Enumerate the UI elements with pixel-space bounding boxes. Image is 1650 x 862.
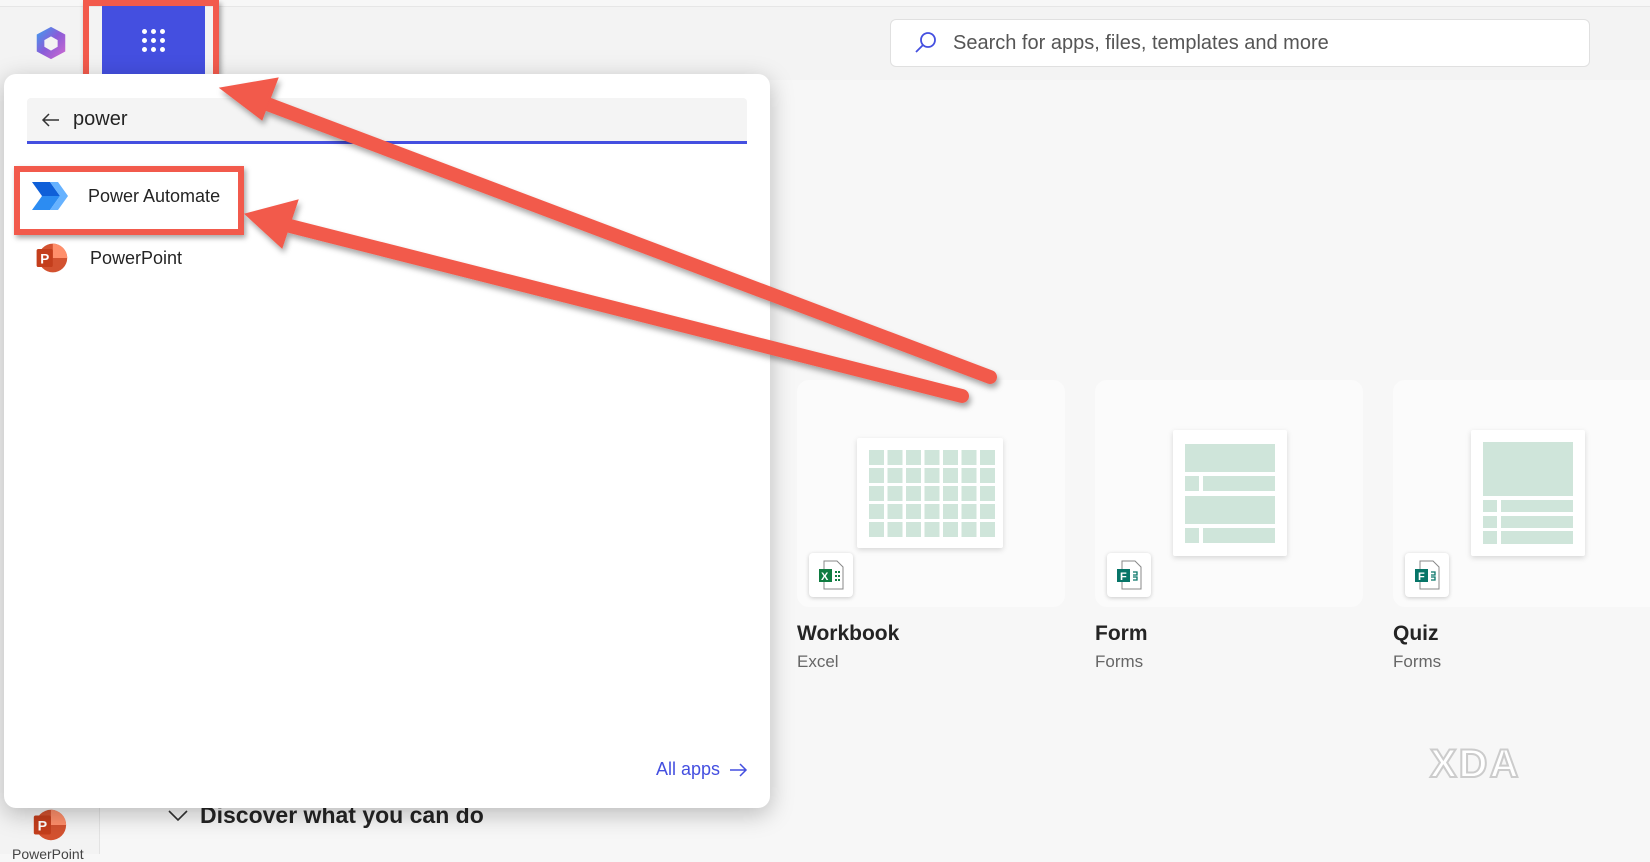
- grid-cell: [943, 450, 958, 465]
- grid-cell: [906, 486, 921, 501]
- template-title[interactable]: Quiz: [1393, 622, 1439, 646]
- microsoft-365-logo-icon[interactable]: [32, 24, 70, 62]
- workbook-preview: /* static grid */: [857, 438, 1003, 548]
- grid-cell: [906, 450, 921, 465]
- grid-cell: [906, 522, 921, 537]
- search-input[interactable]: Search for apps, files, templates and mo…: [890, 19, 1590, 67]
- forms-icon: F: [1107, 553, 1151, 597]
- grid-cell: [887, 522, 903, 537]
- grid-cell: [906, 504, 921, 519]
- grid-cell: [943, 504, 958, 519]
- grid-cell: [980, 450, 995, 465]
- grid-cell: [887, 450, 903, 465]
- grid-cell: [943, 468, 958, 483]
- grid-cell: [980, 522, 995, 537]
- template-app: Excel: [797, 652, 839, 671]
- grid-cell: [869, 468, 884, 483]
- rail-powerpoint-label[interactable]: PowerPoint: [12, 846, 84, 862]
- grid-cell: [980, 486, 995, 501]
- template-card-workbook[interactable]: /* static grid */ X: [797, 380, 1065, 607]
- svg-text:X: X: [821, 571, 829, 583]
- template-title[interactable]: Workbook: [797, 622, 899, 646]
- search-placeholder: Search for apps, files, templates and mo…: [953, 31, 1329, 54]
- grid-cell: [961, 468, 977, 483]
- powerpoint-icon[interactable]: P: [30, 806, 68, 844]
- annotation-highlight-power-automate: [14, 166, 244, 235]
- arrow-right-icon: [730, 762, 748, 777]
- all-apps-link[interactable]: All apps: [656, 759, 748, 780]
- grid-cell: [924, 450, 940, 465]
- result-powerpoint[interactable]: P PowerPoint: [32, 240, 182, 276]
- grid-cell: [980, 504, 995, 519]
- grid-cell: [869, 504, 884, 519]
- template-title[interactable]: Form: [1095, 622, 1148, 646]
- template-app: Forms: [1393, 652, 1442, 671]
- app-search-value: power: [73, 108, 128, 130]
- grid-cell: [869, 522, 884, 537]
- svg-text:P: P: [38, 819, 48, 835]
- xda-watermark: XDA: [1429, 741, 1521, 787]
- grid-cell: [943, 486, 958, 501]
- grid-cell: [961, 504, 977, 519]
- svg-text:P: P: [40, 251, 49, 266]
- svg-text:F: F: [1120, 571, 1127, 583]
- chevron-down-icon: [168, 809, 188, 821]
- grid-cell: [924, 486, 940, 501]
- app-search-input[interactable]: power: [27, 98, 747, 144]
- back-arrow-icon[interactable]: [41, 112, 61, 128]
- grid-cell: [961, 522, 977, 537]
- grid-cell: [924, 522, 940, 537]
- quiz-preview: [1471, 430, 1585, 556]
- svg-text:F: F: [1418, 571, 1425, 583]
- form-preview: [1173, 430, 1287, 556]
- grid-cell: [869, 486, 884, 501]
- grid-cell: [887, 486, 903, 501]
- search-icon: [915, 32, 936, 53]
- grid-cell: [943, 522, 958, 537]
- grid-cell: [906, 468, 921, 483]
- grid-cell: [887, 504, 903, 519]
- excel-icon: X: [809, 553, 853, 597]
- grid-cell: [869, 450, 884, 465]
- grid-cell: [961, 486, 977, 501]
- all-apps-label: All apps: [655, 759, 720, 779]
- template-app: Forms: [1095, 652, 1144, 671]
- grid-cell: [887, 468, 903, 483]
- grid-cell: [980, 468, 995, 483]
- result-label: PowerPoint: [90, 247, 183, 268]
- template-card-quiz[interactable]: F: [1393, 380, 1650, 607]
- grid-cell: [924, 468, 940, 483]
- grid-cell: [961, 450, 977, 465]
- grid-cell: [924, 504, 940, 519]
- powerpoint-icon: P: [36, 243, 68, 273]
- template-card-form[interactable]: F: [1095, 380, 1363, 607]
- forms-icon: F: [1405, 553, 1449, 597]
